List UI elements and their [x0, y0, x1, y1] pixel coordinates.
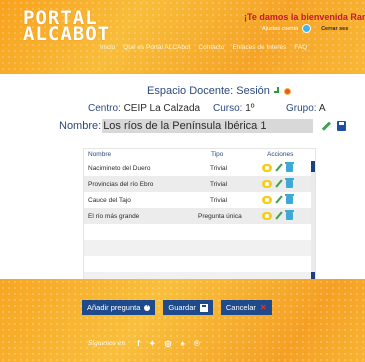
save-label: Guardar — [168, 303, 196, 312]
plus-icon — [144, 302, 151, 311]
social-label: Síguenos en — [88, 340, 126, 347]
table-row[interactable]: Cauce del Tajo Trivial — [84, 192, 315, 208]
nombre-label: Nombre: — [59, 120, 102, 132]
grupo-value: A — [318, 103, 326, 114]
centro-field: Centro: CEIP La Calzada — [88, 103, 213, 114]
pinterest-icon[interactable]: ℗ — [194, 339, 200, 348]
close-icon: ✕ — [259, 303, 267, 312]
floppy-disk-icon — [199, 303, 208, 312]
row-type: Trivial — [210, 181, 228, 188]
facebook-icon[interactable]: f — [137, 339, 140, 348]
row-name: El río más grande — [88, 213, 140, 220]
view-eye-icon[interactable] — [262, 163, 272, 172]
settings-icon[interactable] — [283, 87, 291, 95]
main-nav: Inicio Qué es Portal ALCAbot Contacto En… — [100, 44, 307, 51]
save-button[interactable]: Guardar — [163, 300, 213, 315]
table-row[interactable]: Provincias del río Ebro Trivial — [84, 176, 315, 192]
curso-label: Curso: — [213, 103, 243, 114]
add-question-label: Añadir pregunta — [87, 303, 141, 312]
action-buttons: Añadir pregunta Guardar Cancelar ✕ — [82, 300, 272, 315]
table-header: Nombre Tipo Acciones — [84, 149, 315, 160]
instagram-icon[interactable]: ◎ — [165, 339, 172, 348]
table-scrollbar[interactable] — [311, 161, 315, 283]
session-name-input[interactable] — [102, 119, 314, 133]
row-type: Trivial — [210, 197, 228, 204]
row-type: Pregunta única — [198, 213, 242, 220]
curso-value: 1º — [245, 103, 255, 114]
row-type: Trivial — [210, 165, 228, 172]
main-content: Espacio Docente: Sesión Centro: CEIP La … — [0, 74, 365, 285]
edit-name-pencil-icon[interactable] — [322, 122, 331, 131]
row-name: Nacimineto del Duero — [88, 165, 151, 172]
delete-trash-icon[interactable] — [285, 161, 294, 172]
cancel-button[interactable]: Cancelar ✕ — [220, 300, 272, 315]
col-nombre: Nombre — [88, 151, 112, 158]
enter-icon[interactable] — [273, 87, 281, 95]
curso-field: Curso: 1º — [213, 103, 286, 114]
scroll-thumb-top[interactable] — [311, 161, 315, 172]
row-actions — [262, 193, 294, 204]
cancel-label: Cancelar — [225, 303, 256, 312]
delete-trash-icon[interactable] — [285, 177, 294, 188]
session-info: Centro: CEIP La Calzada Curso: 1º Grupo:… — [88, 103, 325, 114]
account-settings-link[interactable]: Ajustes cuenta — [262, 26, 298, 32]
col-tipo: Tipo — [211, 151, 224, 158]
row-actions — [262, 209, 294, 220]
row-actions — [262, 161, 294, 172]
centro-label: Centro: — [88, 103, 121, 114]
logo-line-2: ALCABOT — [23, 23, 111, 45]
view-eye-icon[interactable] — [262, 195, 272, 204]
view-eye-icon[interactable] — [262, 179, 272, 188]
page: PORTAL ALCABOT ¡Te damos la bienvenida R… — [0, 0, 365, 362]
col-acciones: Acciones — [267, 151, 294, 158]
header: PORTAL ALCABOT ¡Te damos la bienvenida R… — [0, 0, 365, 74]
empty-rows — [84, 224, 315, 284]
social-links: Síguenos en f ✦ ◎ ♠ ℗ — [88, 339, 200, 348]
nav-contacto[interactable]: Contacto — [198, 44, 224, 51]
nav-enlaces[interactable]: Enlaces de Interés — [232, 44, 286, 51]
view-eye-icon[interactable] — [262, 211, 272, 220]
logout-link[interactable]: Cerrar ses — [321, 26, 348, 32]
portal-alcabot-logo[interactable]: PORTAL ALCABOT — [23, 9, 111, 45]
row-actions — [262, 177, 294, 188]
table-row[interactable]: Nacimineto del Duero Trivial — [84, 160, 315, 176]
session-title: Espacio Docente: Sesión — [147, 85, 291, 97]
session-title-text: Espacio Docente: Sesión — [147, 85, 270, 97]
welcome-message: ¡Te damos la bienvenida Ramón — [244, 12, 365, 22]
centro-value: CEIP La Calzada — [123, 103, 201, 114]
save-name-disk-icon[interactable] — [337, 121, 346, 131]
nombre-row: Nombre: — [59, 119, 346, 133]
nav-inicio[interactable]: Inicio — [100, 44, 115, 51]
row-name: Provincias del río Ebro — [88, 181, 154, 188]
grupo-label: Grupo: — [286, 103, 317, 114]
table-row[interactable]: El río más grande Pregunta única — [84, 208, 315, 224]
footer: Añadir pregunta Guardar Cancelar ✕ Sígue… — [0, 279, 365, 362]
edit-pencil-icon[interactable] — [275, 163, 283, 172]
table-body: Nacimineto del Duero Trivial Provincias … — [84, 160, 315, 224]
row-name: Cauce del Tajo — [88, 197, 131, 204]
add-question-button[interactable]: Añadir pregunta — [82, 300, 156, 315]
nav-faq[interactable]: FAQ — [294, 44, 307, 51]
grupo-field: Grupo: A — [286, 103, 325, 114]
user-avatar-icon[interactable] — [302, 24, 312, 33]
user-bar: Ajustes cuenta Cerrar ses — [262, 24, 348, 33]
delete-trash-icon[interactable] — [285, 193, 294, 204]
edit-pencil-icon[interactable] — [275, 211, 283, 220]
delete-trash-icon[interactable] — [285, 209, 294, 220]
twitter-icon[interactable]: ✦ — [149, 339, 156, 348]
nav-que-es[interactable]: Qué es Portal ALCAbot — [123, 44, 190, 51]
edit-pencil-icon[interactable] — [275, 179, 283, 188]
snapchat-icon[interactable]: ♠ — [181, 339, 185, 348]
questions-table: Nombre Tipo Acciones Nacimineto del Duer… — [83, 148, 316, 285]
edit-pencil-icon[interactable] — [275, 195, 283, 204]
